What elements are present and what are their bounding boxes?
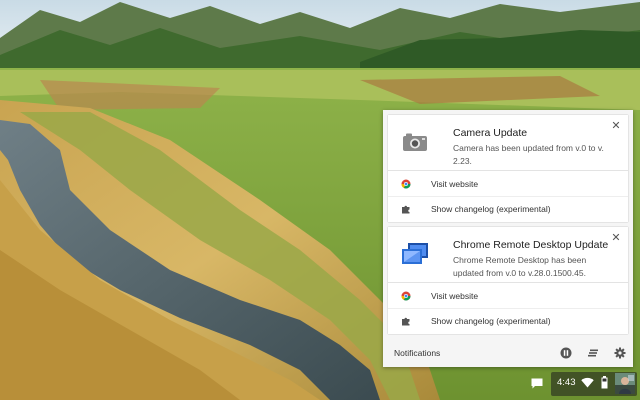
notification-center-footer: Notifications xyxy=(383,339,633,367)
chrome-icon xyxy=(400,178,411,189)
clear-all-icon[interactable] xyxy=(587,347,599,359)
battery-icon[interactable] xyxy=(601,376,608,389)
remote-desktop-icon xyxy=(400,239,430,269)
puzzle-piece-icon xyxy=(400,204,411,215)
pause-icon[interactable] xyxy=(560,347,572,359)
action-label: Visit website xyxy=(431,290,479,301)
notification-title: Camera Update xyxy=(453,127,528,139)
visit-website-button[interactable]: Visit website xyxy=(388,171,628,196)
notifications-label: Notifications xyxy=(394,348,441,358)
action-label: Show changelog (experimental) xyxy=(431,204,551,214)
show-changelog-button[interactable]: Show changelog (experimental) xyxy=(388,308,628,333)
notification-center: Camera Update Camera has been updated fr… xyxy=(383,110,633,367)
clock[interactable]: 4:43 xyxy=(557,377,576,388)
notification-header: Camera Update Camera has been updated fr… xyxy=(388,115,628,171)
wifi-icon[interactable] xyxy=(581,377,594,388)
chrome-icon xyxy=(400,290,411,301)
avatar[interactable] xyxy=(615,373,635,394)
close-icon[interactable]: ✕ xyxy=(610,120,622,132)
show-changelog-button[interactable]: Show changelog (experimental) xyxy=(388,196,628,221)
puzzle-piece-icon xyxy=(400,316,411,327)
notification-card-remote-desktop[interactable]: Chrome Remote Desktop Update Chrome Remo… xyxy=(388,227,628,334)
notification-header: Chrome Remote Desktop Update Chrome Remo… xyxy=(388,227,628,283)
notification-message: Chrome Remote Desktop has been updated f… xyxy=(453,255,587,278)
close-icon[interactable]: ✕ xyxy=(610,232,622,244)
notification-card-camera[interactable]: Camera Update Camera has been updated fr… xyxy=(388,115,628,222)
notifications-chat-icon[interactable] xyxy=(530,376,544,390)
camera-icon xyxy=(400,127,430,157)
notification-message: Camera has been updated from v.0 to v. 2… xyxy=(453,143,604,166)
visit-website-button[interactable]: Visit website xyxy=(388,283,628,308)
settings-gear-icon[interactable] xyxy=(614,347,626,359)
action-label: Visit website xyxy=(431,178,479,189)
action-label: Show changelog (experimental) xyxy=(431,316,551,326)
notification-title: Chrome Remote Desktop Update xyxy=(453,239,609,251)
